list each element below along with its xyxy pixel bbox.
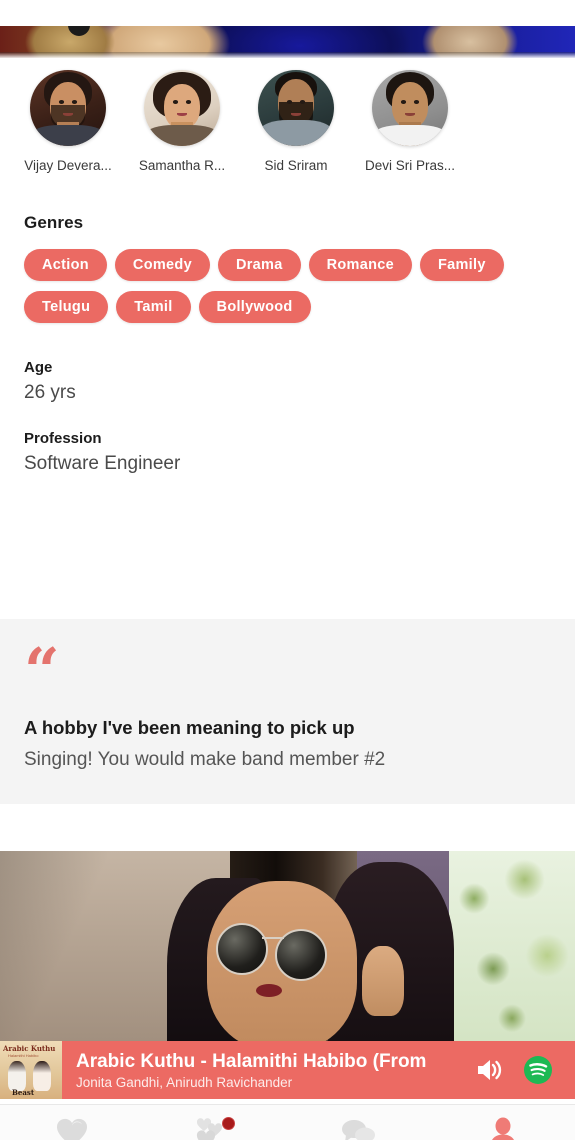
favorite-item[interactable]: Sid Sriram bbox=[252, 70, 340, 173]
avatar-sid-sriram bbox=[258, 70, 334, 146]
profile-photo-strip-top bbox=[0, 26, 575, 58]
genres-section: Genres Action Comedy Drama Romance Famil… bbox=[0, 213, 575, 323]
album-art-subtitle: Halamithi Habibo bbox=[8, 1053, 39, 1058]
genre-pill-family[interactable]: Family bbox=[419, 249, 504, 281]
nav-likes[interactable] bbox=[0, 1105, 144, 1140]
age-label: Age bbox=[24, 359, 53, 376]
now-playing-bar[interactable]: Arabic Kuthu Halamithi Habibo Beast Arab… bbox=[0, 1041, 575, 1099]
profile-photo-main bbox=[0, 851, 575, 1041]
favorites-list: Vijay Devera... Samantha R... Sid Sriram… bbox=[24, 70, 551, 173]
age-value: 26 yrs bbox=[24, 382, 76, 403]
nav-matches[interactable] bbox=[144, 1105, 288, 1140]
genres-list: Action Comedy Drama Romance Family Telug… bbox=[24, 249, 551, 323]
chat-bubbles-icon bbox=[339, 1117, 379, 1140]
track-info: Arabic Kuthu - Halamithi Habibo (From Jo… bbox=[62, 1051, 475, 1090]
genre-pill-comedy[interactable]: Comedy bbox=[114, 249, 210, 281]
player-actions bbox=[475, 1055, 575, 1085]
nav-chats[interactable] bbox=[288, 1105, 432, 1140]
prompt-question: A hobby I've been meaning to pick up bbox=[24, 717, 355, 738]
genre-pill-drama[interactable]: Drama bbox=[217, 249, 301, 281]
profession-label: Profession bbox=[24, 430, 102, 447]
genre-pill-action[interactable]: Action bbox=[24, 249, 107, 281]
track-title: Arabic Kuthu - Halamithi Habibo (From bbox=[76, 1050, 427, 1072]
favorite-item[interactable]: Samantha R... bbox=[138, 70, 226, 173]
genres-heading: Genres bbox=[24, 213, 84, 232]
favorite-item[interactable]: Vijay Devera... bbox=[24, 70, 112, 173]
favorite-item[interactable]: Devi Sri Pras... bbox=[364, 70, 456, 173]
favorite-name: Devi Sri Pras... bbox=[364, 158, 456, 173]
avatar-vijay bbox=[30, 70, 106, 146]
genre-pill-telugu[interactable]: Telugu bbox=[24, 291, 109, 323]
prompt-answer: Singing! You would make band member #2 bbox=[24, 749, 386, 770]
profile-info-section: Age 26 yrs Profession Software Engineer bbox=[0, 359, 575, 475]
favorite-name: Samantha R... bbox=[138, 158, 226, 173]
album-art-footer: Beast bbox=[12, 1088, 35, 1097]
avatar-samantha bbox=[144, 70, 220, 146]
age-field: Age 26 yrs bbox=[24, 359, 551, 404]
favorite-name: Sid Sriram bbox=[264, 158, 328, 173]
prompt-card: “ A hobby I've been meaning to pick up S… bbox=[0, 619, 575, 804]
genre-pill-bollywood[interactable]: Bollywood bbox=[198, 291, 311, 323]
speaker-volume-icon[interactable] bbox=[475, 1056, 505, 1084]
profile-screen: Favorites Vijay Devera... bbox=[0, 26, 575, 1140]
bottom-navigation bbox=[0, 1104, 575, 1140]
person-icon bbox=[486, 1116, 520, 1140]
favorite-name: Vijay Devera... bbox=[24, 158, 112, 173]
profession-value: Software Engineer bbox=[24, 453, 181, 474]
notification-badge bbox=[222, 1117, 236, 1130]
profession-field: Profession Software Engineer bbox=[24, 430, 551, 475]
genre-pill-tamil[interactable]: Tamil bbox=[116, 291, 191, 323]
nav-profile[interactable] bbox=[431, 1105, 575, 1140]
spotify-icon[interactable] bbox=[523, 1055, 553, 1085]
heart-icon bbox=[55, 1117, 89, 1140]
album-art-title: Arabic Kuthu bbox=[3, 1044, 56, 1053]
quote-mark-icon: “ bbox=[24, 634, 60, 707]
avatar-devi-sri-prasad bbox=[372, 70, 448, 146]
genre-pill-romance[interactable]: Romance bbox=[308, 249, 412, 281]
album-art: Arabic Kuthu Halamithi Habibo Beast bbox=[0, 1041, 62, 1099]
track-artists: Jonita Gandhi, Anirudh Ravichander bbox=[76, 1074, 293, 1090]
photo-bottom-fade bbox=[0, 52, 575, 58]
